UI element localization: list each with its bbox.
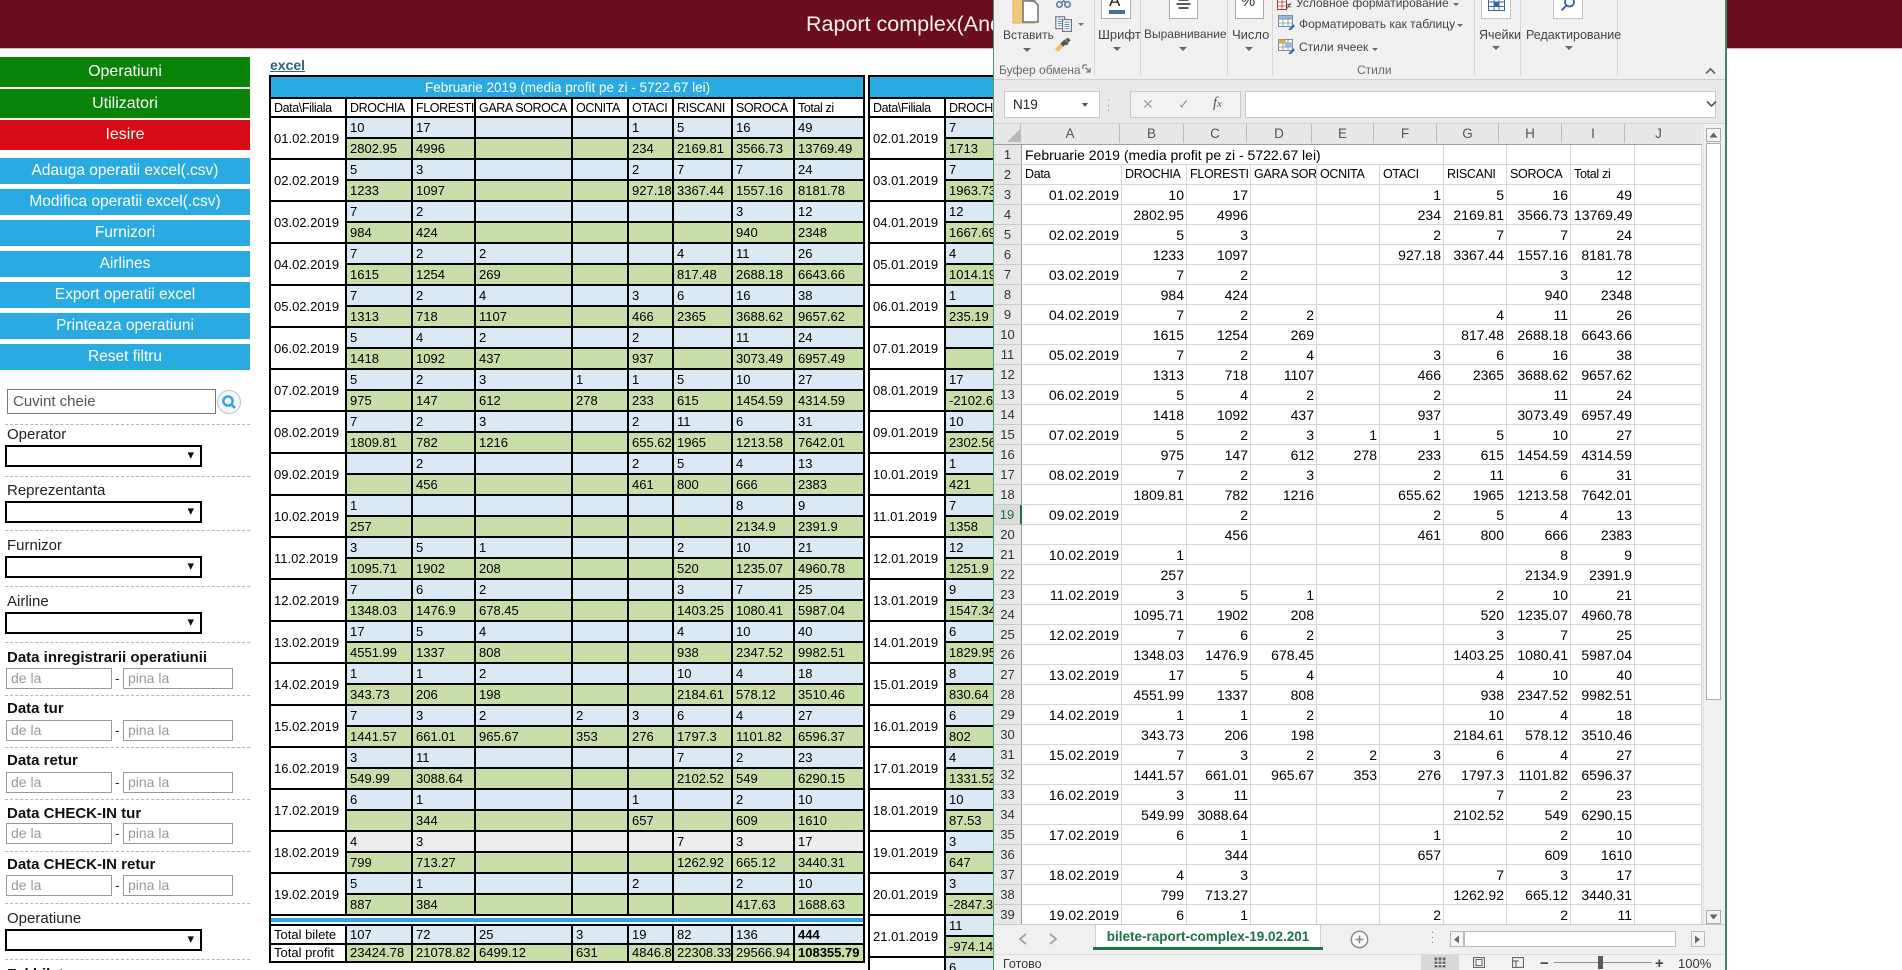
svg-text:≠: ≠ — [1286, 1, 1292, 10]
